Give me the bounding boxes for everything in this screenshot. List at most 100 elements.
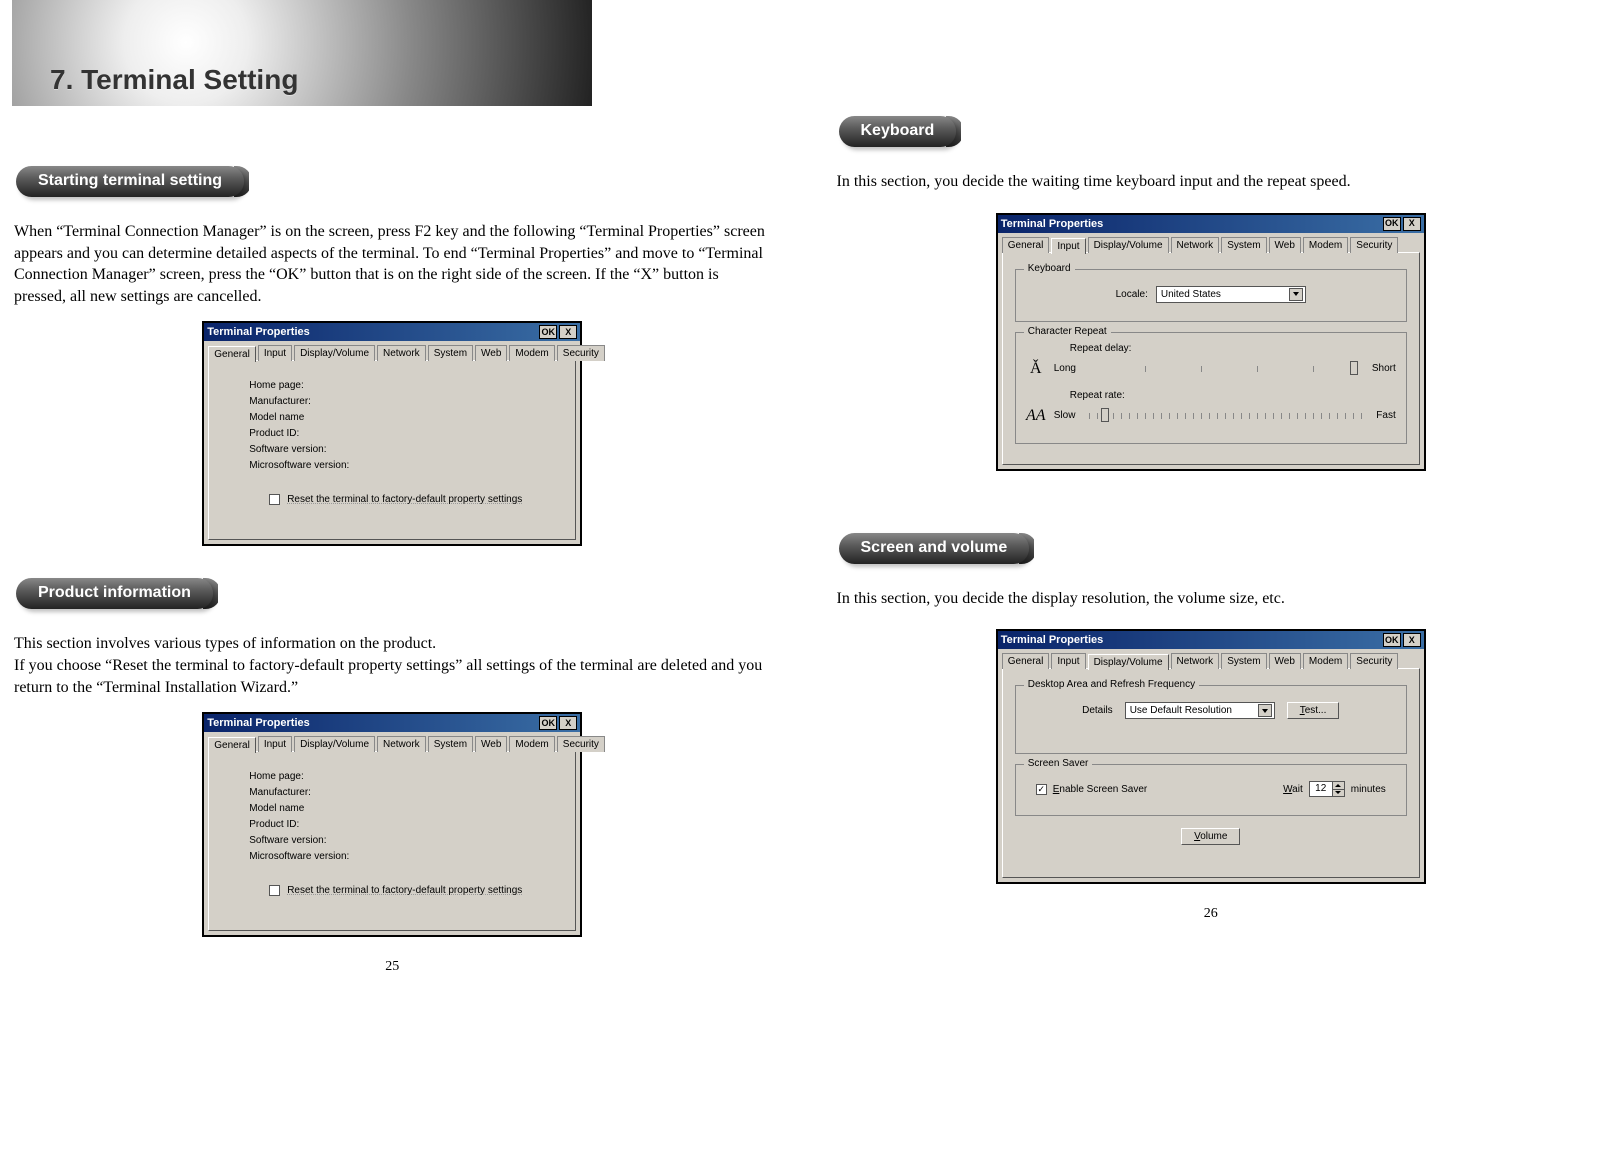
tab-general[interactable]: General	[1002, 653, 1050, 669]
tab-security[interactable]: Security	[557, 345, 605, 361]
chapter-title: 7. Terminal Setting	[50, 64, 298, 96]
tab-security[interactable]: Security	[1350, 237, 1398, 253]
tab-display-volume[interactable]: Display/Volume	[1088, 654, 1169, 670]
tab-system[interactable]: System	[1221, 653, 1266, 669]
details-label: Details	[1082, 705, 1113, 716]
wait-value: 12	[1310, 782, 1332, 796]
tab-web[interactable]: Web	[475, 345, 507, 361]
tab-network[interactable]: Network	[1171, 653, 1220, 669]
dialog-title: Terminal Properties	[1001, 634, 1104, 646]
ok-button[interactable]: OK	[1383, 217, 1401, 231]
tab-security[interactable]: Security	[1350, 653, 1398, 669]
tab-network[interactable]: Network	[1171, 237, 1220, 253]
resolution-select[interactable]: Use Default Resolution	[1125, 702, 1275, 719]
ok-button[interactable]: OK	[539, 325, 557, 339]
section-heading-screen-volume: Screen and volume	[839, 533, 1030, 564]
tab-display-volume[interactable]: Display/Volume	[1088, 237, 1169, 253]
tab-web[interactable]: Web	[1269, 653, 1301, 669]
wait-spinner[interactable]: 12	[1309, 781, 1345, 797]
repeat-rate-icon: AA	[1026, 407, 1046, 425]
locale-select[interactable]: United States	[1156, 286, 1306, 303]
spinner-down-icon[interactable]	[1332, 789, 1344, 797]
tab-display-volume[interactable]: Display/Volume	[294, 345, 375, 361]
slow-label: Slow	[1054, 410, 1076, 421]
group-keyboard-legend: Keyboard	[1024, 263, 1075, 274]
dialog-title: Terminal Properties	[207, 717, 310, 729]
enable-screensaver-checkbox[interactable]: ✓	[1036, 784, 1047, 795]
section-heading-keyboard: Keyboard	[839, 116, 957, 147]
reset-checkbox[interactable]	[269, 885, 280, 896]
tab-system[interactable]: System	[428, 736, 473, 752]
section-body-keyboard: In this section, you decide the waiting …	[837, 171, 1586, 193]
tab-input[interactable]: Input	[258, 736, 292, 752]
group-screen-saver: Screen Saver ✓ Enable Screen Saver Wait …	[1015, 764, 1407, 816]
prop-product-id: Product ID:	[249, 428, 563, 439]
tab-display-volume[interactable]: Display/Volume	[294, 736, 375, 752]
tab-network[interactable]: Network	[377, 736, 426, 752]
page-number-right: 26	[835, 906, 1588, 922]
ok-button[interactable]: OK	[1383, 633, 1401, 647]
tab-general[interactable]: General	[1002, 237, 1050, 253]
tab-input[interactable]: Input	[1051, 238, 1085, 254]
minutes-label: minutes	[1351, 784, 1386, 795]
repeat-delay-slider[interactable]	[1090, 366, 1358, 372]
chevron-down-icon	[1289, 288, 1303, 301]
reset-label: Reset the terminal to factory-default pr…	[286, 884, 523, 897]
tab-network[interactable]: Network	[377, 345, 426, 361]
tab-modem[interactable]: Modem	[509, 736, 554, 752]
section-body-starting: When “Terminal Connection Manager” is on…	[14, 221, 771, 307]
tab-general[interactable]: General	[208, 737, 256, 753]
prop-microsoftware-version: Microsoftware version:	[249, 460, 563, 471]
tab-general[interactable]: General	[208, 346, 256, 362]
enable-screensaver-label: Enable Screen Saver	[1053, 784, 1148, 795]
reset-checkbox[interactable]	[269, 494, 280, 505]
close-button[interactable]: X	[559, 716, 577, 730]
group-screen-saver-legend: Screen Saver	[1024, 758, 1093, 769]
repeat-delay-icon: Ǎ	[1026, 360, 1046, 378]
repeat-rate-label: Repeat rate:	[1070, 390, 1396, 401]
prop-home-page: Home page:	[249, 771, 563, 782]
prop-home-page: Home page:	[249, 380, 563, 391]
close-button[interactable]: X	[1403, 217, 1421, 231]
tab-modem[interactable]: Modem	[1303, 237, 1348, 253]
close-button[interactable]: X	[559, 325, 577, 339]
property-list: Home page: Manufacturer: Model name Prod…	[249, 380, 563, 471]
section-heading-starting: Starting terminal setting	[16, 166, 244, 197]
prop-manufacturer: Manufacturer:	[249, 787, 563, 798]
dialog-title: Terminal Properties	[207, 326, 310, 338]
tab-modem[interactable]: Modem	[1303, 653, 1348, 669]
prop-software-version: Software version:	[249, 444, 563, 455]
group-character-repeat: Character Repeat Repeat delay: Ǎ Long Sh…	[1015, 332, 1407, 444]
locale-label: Locale:	[1116, 289, 1148, 300]
terminal-properties-dialog-display: Terminal Properties OK X General Input D…	[996, 629, 1426, 884]
tab-modem[interactable]: Modem	[509, 345, 554, 361]
terminal-properties-dialog-general-2: Terminal Properties OK X General Input D…	[202, 712, 582, 937]
repeat-rate-slider[interactable]	[1089, 413, 1362, 419]
short-label: Short	[1372, 363, 1396, 374]
group-desktop-area: Desktop Area and Refresh Frequency Detai…	[1015, 685, 1407, 754]
ok-button[interactable]: OK	[539, 716, 557, 730]
dialog-tabs: General Input Display/Volume Network Sys…	[204, 341, 580, 360]
tab-web[interactable]: Web	[475, 736, 507, 752]
tab-system[interactable]: System	[428, 345, 473, 361]
chapter-header: 7. Terminal Setting	[12, 0, 592, 106]
tab-input[interactable]: Input	[1051, 653, 1085, 669]
prop-product-id: Product ID:	[249, 819, 563, 830]
prop-model-name: Model name	[249, 803, 563, 814]
tab-security[interactable]: Security	[557, 736, 605, 752]
terminal-properties-dialog-general-1: Terminal Properties OK X General Input D…	[202, 321, 582, 546]
close-button[interactable]: X	[1403, 633, 1421, 647]
tab-system[interactable]: System	[1221, 237, 1266, 253]
section-body-product-info: This section involves various types of i…	[14, 633, 771, 698]
wait-label: Wait	[1283, 784, 1303, 795]
group-keyboard: Keyboard Locale: United States	[1015, 269, 1407, 322]
prop-microsoftware-version: Microsoftware version:	[249, 851, 563, 862]
test-button[interactable]: Test...	[1287, 702, 1340, 719]
group-desktop-area-legend: Desktop Area and Refresh Frequency	[1024, 679, 1199, 690]
volume-button[interactable]: Volume	[1181, 828, 1240, 845]
reset-label: Reset the terminal to factory-default pr…	[286, 493, 523, 506]
tab-input[interactable]: Input	[258, 345, 292, 361]
dialog-tabs: General Input Display/Volume Network Sys…	[204, 732, 580, 751]
tab-web[interactable]: Web	[1269, 237, 1301, 253]
prop-software-version: Software version:	[249, 835, 563, 846]
